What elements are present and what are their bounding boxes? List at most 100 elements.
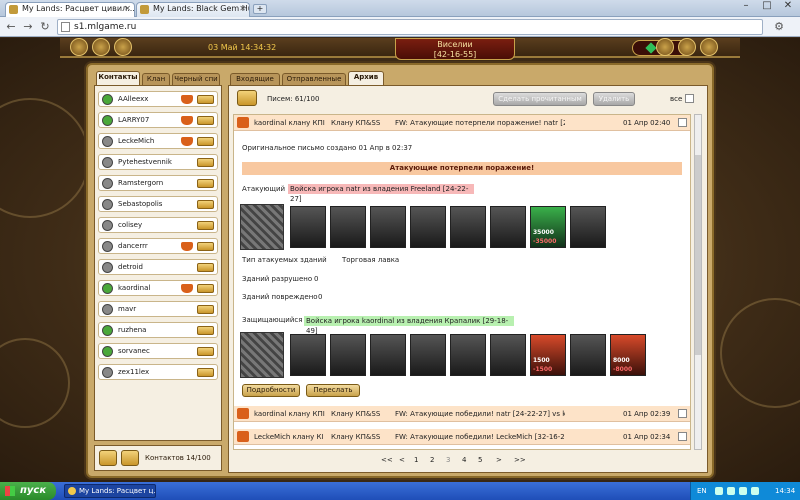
menu-round-icon[interactable] <box>114 38 132 56</box>
contact-item[interactable]: AAlleexx <box>98 91 218 107</box>
page-2[interactable]: 2 <box>430 456 434 464</box>
details-button[interactable]: Подробности <box>242 384 300 397</box>
start-button[interactable]: пуск <box>0 482 56 500</box>
send-mail-icon[interactable] <box>197 179 214 188</box>
message-row[interactable]: LeckeMich клану КI Клану КП&SS FW: Атаку… <box>234 429 690 445</box>
send-mail-icon[interactable] <box>197 263 214 272</box>
send-mail-icon[interactable] <box>197 368 214 377</box>
contact-item[interactable]: detroid <box>98 259 218 275</box>
minimize-icon[interactable]: – <box>735 0 757 14</box>
contact-item[interactable]: mavr <box>98 301 218 317</box>
message-row[interactable]: kaordinal клану КПI Клану КП&SS FW: Атак… <box>234 115 690 131</box>
tab-archive[interactable]: Архив <box>348 71 384 85</box>
contact-item[interactable]: LeckeMich <box>98 133 218 149</box>
forward-button[interactable]: Переслать <box>306 384 360 397</box>
send-mail-icon[interactable] <box>197 347 214 356</box>
page-last[interactable]: >> <box>514 456 526 464</box>
unit-loss: -8000 <box>613 366 633 373</box>
send-mail-icon[interactable] <box>197 284 214 293</box>
close-tab-icon[interactable]: ✕ <box>239 4 246 13</box>
page-4[interactable]: 4 <box>462 456 466 464</box>
tray-icon[interactable] <box>751 487 759 495</box>
send-mail-icon[interactable] <box>197 95 214 104</box>
attacker-label: Атакующий <box>242 185 286 193</box>
contact-item[interactable]: Ramstergorn <box>98 175 218 191</box>
taskbar-window-item[interactable]: My Lands: Расцвет ц... <box>64 484 156 498</box>
city-selector[interactable]: Виселии [42-16-55] <box>395 38 515 60</box>
message-clan: Клану КП&SS <box>331 433 381 441</box>
contact-item[interactable]: Pytehestvennik <box>98 154 218 170</box>
avatar <box>102 94 113 105</box>
add-contact-button[interactable] <box>99 450 117 466</box>
message-subject: FW: Атакующие победили! natr [24-22-27] … <box>395 410 565 418</box>
avatar <box>102 178 113 189</box>
attacker-units: 35000 -35000 <box>240 204 620 250</box>
send-mail-icon[interactable] <box>197 242 214 251</box>
message-checkbox[interactable] <box>678 409 687 418</box>
contact-item[interactable]: colisey <box>98 217 218 233</box>
page-prev[interactable]: < <box>399 456 405 464</box>
forward-arrow-icon[interactable]: → <box>21 20 35 34</box>
send-mail-icon[interactable] <box>197 326 214 335</box>
menu-round-icon[interactable] <box>70 38 88 56</box>
browser-tab-blackgem[interactable]: My Lands: Black Gem Hunti... ✕ <box>136 2 250 17</box>
send-mail-icon[interactable] <box>197 158 214 167</box>
browser-icon <box>68 487 76 495</box>
menu-round-icon[interactable] <box>656 38 674 56</box>
close-tab-icon[interactable]: ✕ <box>124 4 131 13</box>
scroll-thumb[interactable] <box>695 155 701 355</box>
wrench-icon[interactable]: ⚙ <box>772 20 786 34</box>
contact-item[interactable]: LARRY07 <box>98 112 218 128</box>
tray-icon[interactable] <box>739 487 747 495</box>
message-row[interactable]: kaordinal клану КПI Клану КП&SS FW: Атак… <box>234 406 690 422</box>
send-mail-icon[interactable] <box>197 305 214 314</box>
tab-sent[interactable]: Отправленные <box>282 73 346 85</box>
contact-item[interactable]: kaordinal <box>98 280 218 296</box>
menu-round-icon[interactable] <box>92 38 110 56</box>
address-bar[interactable]: s1.mlgame.ru <box>57 19 763 35</box>
send-mail-icon[interactable] <box>197 137 214 146</box>
reload-icon[interactable]: ↻ <box>38 20 52 34</box>
contact-item[interactable]: ruzhena <box>98 322 218 338</box>
tab-contacts[interactable]: Контакты <box>96 71 140 85</box>
close-window-icon[interactable]: ✕ <box>777 0 799 14</box>
contact-item[interactable]: zex11lex <box>98 364 218 380</box>
send-mail-icon[interactable] <box>197 116 214 125</box>
contact-item[interactable]: Sebastopolis <box>98 196 218 212</box>
tab-inbox[interactable]: Входящие <box>230 73 280 85</box>
browser-tab-mylands[interactable]: My Lands: Расцвет цивил... ✕ <box>5 2 135 17</box>
tray-icon[interactable] <box>727 487 735 495</box>
write-letter-button[interactable] <box>121 450 139 466</box>
mark-read-button[interactable]: Сделать прочитанным <box>493 92 587 106</box>
compose-icon[interactable] <box>237 90 257 106</box>
send-mail-icon[interactable] <box>197 200 214 209</box>
new-tab-button[interactable]: + <box>253 4 267 14</box>
tab-blacklist[interactable]: Черный спи <box>172 73 220 85</box>
page-next[interactable]: > <box>496 456 502 464</box>
menu-round-icon[interactable] <box>678 38 696 56</box>
select-all-checkbox[interactable] <box>685 94 694 103</box>
tab-clan[interactable]: Клан <box>142 73 170 85</box>
delete-button[interactable]: Удалить <box>593 92 635 106</box>
contact-name: mavr <box>118 305 137 313</box>
message-checkbox[interactable] <box>678 118 687 127</box>
maximize-icon[interactable]: □ <box>756 0 778 14</box>
tray-icon[interactable] <box>715 487 723 495</box>
menu-round-icon[interactable] <box>700 38 718 56</box>
message-checkbox[interactable] <box>678 432 687 441</box>
contacts-panel: Контакты Клан Черный спи AAlleexx LARRY07… <box>94 71 222 473</box>
avatar <box>102 262 113 273</box>
contact-item[interactable]: dancerrr <box>98 238 218 254</box>
contact-item[interactable]: sorvanec <box>98 343 218 359</box>
page-5[interactable]: 5 <box>478 456 482 464</box>
language-indicator[interactable]: EN <box>697 487 707 495</box>
unit-portrait <box>490 334 526 376</box>
messages-scrollbar[interactable] <box>694 114 702 450</box>
back-arrow-icon[interactable]: ← <box>4 20 18 34</box>
os-taskbar: пуск My Lands: Расцвет ц... EN 14:34 <box>0 482 800 500</box>
page-first[interactable]: << <box>381 456 393 464</box>
send-mail-icon[interactable] <box>197 221 214 230</box>
page-1[interactable]: 1 <box>414 456 418 464</box>
message-from: LeckeMich клану КI <box>254 433 324 441</box>
message-clan: Клану КП&SS <box>331 410 381 418</box>
